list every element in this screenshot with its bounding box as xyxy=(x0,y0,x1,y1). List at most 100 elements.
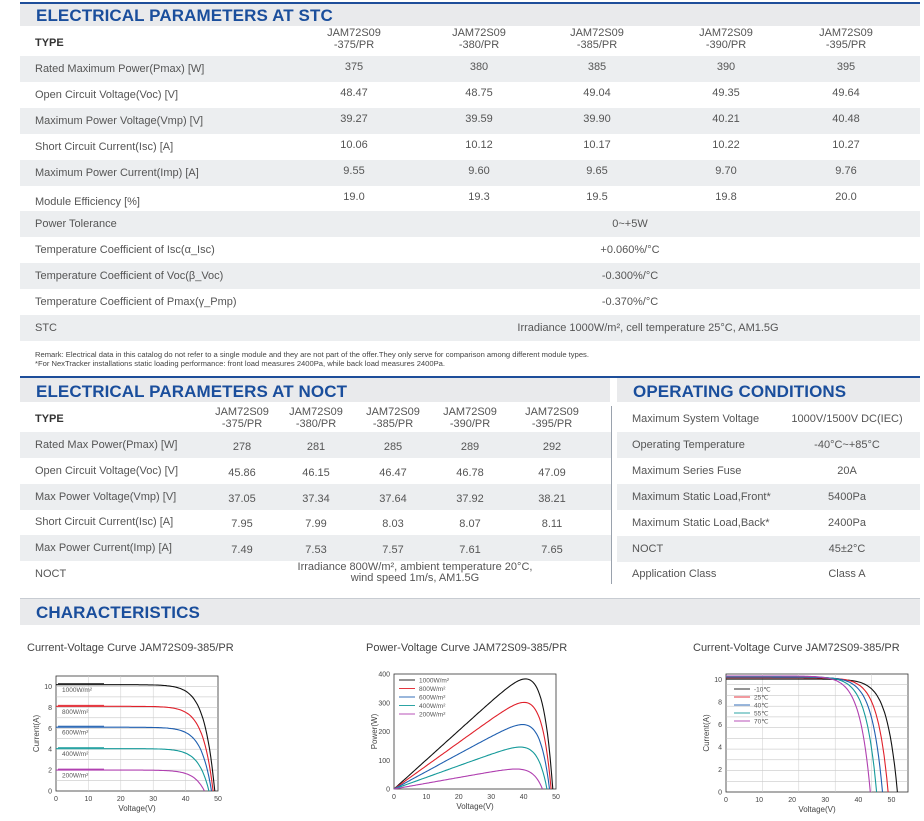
model-header: JAM72S09 -390/PR xyxy=(699,27,753,51)
table-row: Application Class Class A xyxy=(617,561,920,587)
row-value: 37.34 xyxy=(302,492,330,505)
y-tick-label: 8 xyxy=(718,700,722,707)
x-tick-label: 30 xyxy=(821,797,829,804)
table-row: STC Irradiance 1000W/m², cell temperature… xyxy=(20,315,920,341)
x-tick-label: 30 xyxy=(487,794,495,801)
y-tick-label: 400 xyxy=(378,672,390,679)
row-value: 39.90 xyxy=(583,112,611,125)
row-value: 20.0 xyxy=(835,190,857,203)
x-tick-label: 50 xyxy=(888,797,896,804)
y-tick-label: 0 xyxy=(48,789,52,796)
row-value: 49.35 xyxy=(712,86,740,99)
table-row: Maximum Power Voltage(Vmp) [V] 39.27 39.59… xyxy=(20,107,920,134)
row-label: Max Power Current(Imp) [A] xyxy=(35,542,172,555)
legend-label: 400W/m² xyxy=(419,703,446,710)
table-row: Maximum Static Load,Back* 2400Pa xyxy=(617,510,920,536)
row-value: 1000V/1500V DC(IEC) xyxy=(791,413,903,425)
row-value: 39.59 xyxy=(465,112,493,125)
stc-section-title: ELECTRICAL PARAMETERS AT STC xyxy=(36,6,333,25)
row-label: NOCT xyxy=(35,568,67,580)
row-value: 40.21 xyxy=(712,112,740,125)
pv-curve-chart: 0 10 20 30 40 50 0 100 200 300 400 Voltage(V) Power(… xyxy=(370,672,560,812)
row-value: 19.5 xyxy=(586,190,608,203)
row-value: 46.15 xyxy=(302,466,330,479)
x-tick-label: 0 xyxy=(724,797,728,804)
y-tick-label: 200 xyxy=(378,729,390,736)
table-row: Temperature Coefficient of Pmax(γ_Pmp) -0… xyxy=(20,289,920,315)
row-label: Maximum Series Fuse xyxy=(632,464,742,477)
row-value: 40.48 xyxy=(832,112,860,125)
noct-section-title: ELECTRICAL PARAMETERS AT NOCT xyxy=(36,382,348,401)
table-row: Temperature Coefficient of Isc(α_Isc) +0.… xyxy=(20,237,920,263)
legend-label: 800W/m² xyxy=(419,686,446,693)
legend-label: 1000W/m² xyxy=(62,687,93,694)
row-value: 39.27 xyxy=(340,112,368,125)
table-row: Maximum Series Fuse 20A xyxy=(617,458,920,484)
table-row: Open Circuit Voltage(Voc) [V] 48.47 48.75 4… xyxy=(20,82,920,108)
row-value: 9.55 xyxy=(343,164,365,177)
row-label: Temperature Coefficient of Voc(β_Voc) xyxy=(35,270,224,283)
table-row: Short Circuit Current(Isc) [A] 10.06 10.12… xyxy=(20,134,920,160)
legend-label: -10℃ xyxy=(754,687,771,694)
row-label: STC xyxy=(35,322,57,334)
row-label: Maximum System Voltage xyxy=(632,413,760,425)
x-tick-label: 10 xyxy=(755,797,763,804)
row-value: 0~+5W xyxy=(612,218,648,231)
row-value: 5400Pa xyxy=(828,490,866,503)
noct-type-label: TYPE xyxy=(35,413,64,425)
row-value: 285 xyxy=(383,441,403,453)
row-value: 8.07 xyxy=(459,518,481,531)
y-tick-label: 10 xyxy=(714,677,722,684)
row-value: 48.47 xyxy=(340,86,368,99)
row-value: 7.53 xyxy=(305,544,327,557)
row-value: 2400Pa xyxy=(828,516,866,529)
table-row: NOCT Irradiance 800W/m², ambient temperat… xyxy=(20,561,611,587)
table-row: Temperature Coefficient of Voc(β_Voc) -0.… xyxy=(20,263,920,290)
iv-temp-curve-chart: 0 10 20 30 40 50 0 2 4 6 8 10 Voltage(V) Current(A) -1… xyxy=(702,673,909,814)
row-value: 375 xyxy=(344,61,364,73)
row-label: Open Circuit Voltage(Voc) [V] xyxy=(35,88,179,101)
legend-label: 800W/m² xyxy=(62,709,89,716)
row-label: Max Power Voltage(Vmp) [V] xyxy=(35,490,177,503)
table-row: Power Tolerance 0~+5W xyxy=(20,211,920,238)
x-tick-label: 50 xyxy=(214,796,222,803)
operating-section-title: OPERATING CONDITIONS xyxy=(633,382,847,401)
row-value: -40°C~+85°C xyxy=(814,438,880,451)
model-header: JAM72S09 -395/PR xyxy=(525,406,579,430)
y-tick-label: 6 xyxy=(48,726,52,733)
y-tick-label: 8 xyxy=(48,705,52,712)
legend-label: 400W/m² xyxy=(62,751,89,758)
x-tick-label: 40 xyxy=(182,796,190,803)
row-value: 10.06 xyxy=(340,138,368,151)
x-tick-label: 40 xyxy=(854,797,862,804)
row-value: 46.47 xyxy=(379,466,407,479)
row-value: 278 xyxy=(232,441,252,453)
y-axis-label: Current(A) xyxy=(32,714,41,752)
row-value: -0.370%/°C xyxy=(601,296,659,309)
table-row: Max Power Current(Imp) [A] 7.49 7.53 7.57 7.… xyxy=(20,535,611,562)
x-tick-label: 30 xyxy=(149,796,157,803)
x-tick-label: 20 xyxy=(788,797,796,804)
row-value: 9.70 xyxy=(715,164,737,177)
x-tick-label: 50 xyxy=(552,794,560,801)
table-row: NOCT 45±2°C xyxy=(617,535,920,562)
row-value: 37.64 xyxy=(379,492,407,505)
y-tick-label: 0 xyxy=(386,787,390,794)
row-value: 7.65 xyxy=(541,544,563,557)
legend-label: 70℃ xyxy=(754,719,769,726)
table-row: Module Efficiency [%] 19.0 19.3 19.5 19.8 20.… xyxy=(20,186,920,212)
row-value: 9.65 xyxy=(586,164,608,177)
y-tick-label: 100 xyxy=(378,758,390,765)
table-row: Operating Temperature -40°C~+85°C xyxy=(617,431,920,458)
y-tick-label: 6 xyxy=(718,722,722,729)
row-label: Temperature Coefficient of Pmax(γ_Pmp) xyxy=(35,296,237,309)
x-tick-label: 40 xyxy=(520,794,528,801)
row-value: 10.27 xyxy=(832,138,860,151)
x-tick-label: 10 xyxy=(85,796,93,803)
row-value: 19.8 xyxy=(715,190,737,203)
row-value: -0.300%/°C xyxy=(601,270,659,283)
row-value: 45.86 xyxy=(228,466,256,479)
row-value: 19.3 xyxy=(468,190,490,203)
row-value: 7.57 xyxy=(382,544,404,557)
row-value: 7.49 xyxy=(231,544,253,557)
